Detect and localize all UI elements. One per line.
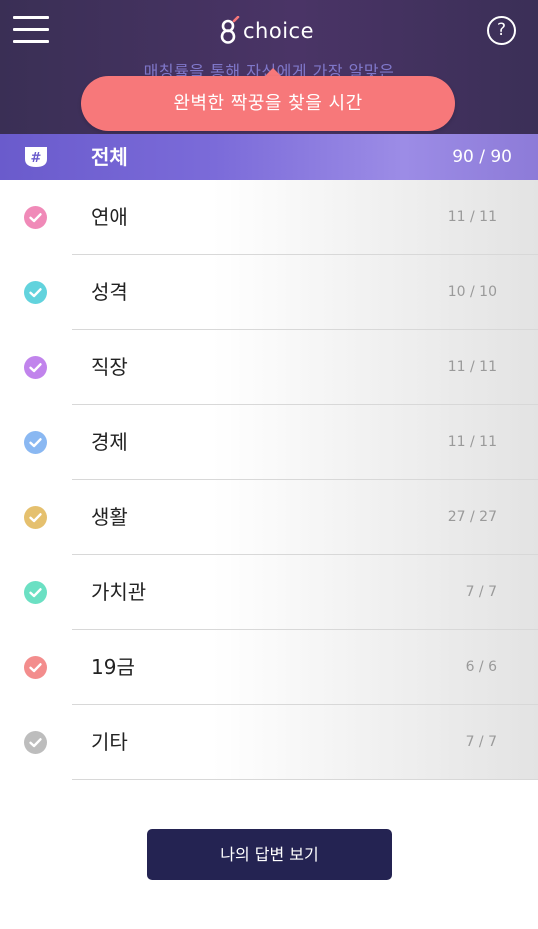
- check-circle-icon: [24, 281, 47, 304]
- category-count: 10 / 10: [447, 284, 497, 300]
- category-count: 6 / 6: [465, 659, 497, 675]
- check-circle-icon: [24, 356, 47, 379]
- menu-line: [13, 40, 49, 43]
- check-circle-icon: [24, 656, 47, 679]
- svg-text:#: #: [31, 151, 42, 166]
- category-label: 연애: [91, 205, 128, 229]
- logo-text: choice: [243, 19, 315, 43]
- hamburger-menu-icon[interactable]: [13, 16, 49, 44]
- category-count: 11 / 11: [447, 359, 497, 375]
- category-label: 생활: [91, 505, 128, 529]
- category-label: 기타: [91, 730, 128, 754]
- category-total-row[interactable]: # 전체 90 / 90: [0, 134, 538, 180]
- check-circle-icon: [24, 431, 47, 454]
- category-count: 27 / 27: [447, 509, 497, 525]
- category-item-adult[interactable]: 19금 6 / 6: [0, 630, 538, 705]
- category-item-romance[interactable]: 연애 11 / 11: [0, 180, 538, 255]
- category-item-lifestyle[interactable]: 생활 27 / 27: [0, 480, 538, 555]
- category-count: 7 / 7: [465, 734, 497, 750]
- app-logo: choice: [219, 16, 314, 46]
- category-label: 가치관: [91, 580, 147, 604]
- category-count: 11 / 11: [447, 434, 497, 450]
- category-count: 11 / 11: [447, 209, 497, 225]
- check-circle-icon: [24, 506, 47, 529]
- total-label: 전체: [91, 145, 128, 169]
- check-circle-icon: [24, 206, 47, 229]
- total-count: 90 / 90: [452, 147, 512, 167]
- category-item-values[interactable]: 가치관 7 / 7: [0, 555, 538, 630]
- category-count: 7 / 7: [465, 584, 497, 600]
- category-item-work[interactable]: 직장 11 / 11: [0, 330, 538, 405]
- logo-mark-icon: [220, 16, 240, 44]
- category-label: 직장: [91, 355, 128, 379]
- view-my-answers-button[interactable]: 나의 답변 보기: [147, 829, 392, 880]
- check-circle-icon: [24, 731, 47, 754]
- category-label: 19금: [91, 655, 135, 679]
- menu-line: [13, 28, 49, 31]
- check-circle-icon: [24, 581, 47, 604]
- category-item-other[interactable]: 기타 7 / 7: [0, 705, 538, 780]
- help-icon[interactable]: ?: [487, 16, 516, 45]
- category-label: 성격: [91, 280, 128, 304]
- category-item-economy[interactable]: 경제 11 / 11: [0, 405, 538, 480]
- category-label: 경제: [91, 430, 128, 454]
- tooltip-banner: 완벽한 짝꿍을 찾을 시간: [81, 76, 455, 131]
- hash-icon: #: [25, 147, 47, 167]
- category-list: 연애 11 / 11 성격 10 / 10 직장 11 / 11 경제 11 /…: [0, 180, 538, 780]
- category-item-personality[interactable]: 성격 10 / 10: [0, 255, 538, 330]
- menu-line: [13, 16, 49, 19]
